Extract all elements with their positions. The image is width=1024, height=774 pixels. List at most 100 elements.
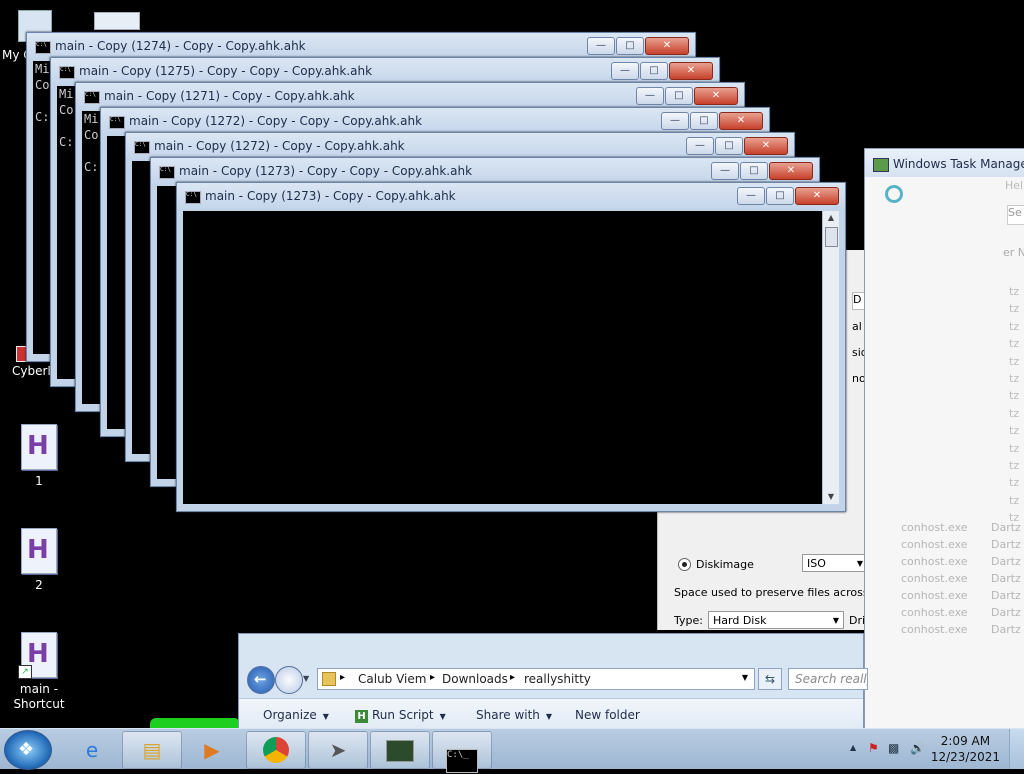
console-title: main - Copy (1275) - Copy - Copy - Copy.… — [79, 64, 373, 78]
scroll-down-icon[interactable]: ▼ — [823, 490, 839, 504]
action-center-icon[interactable]: ⚑ — [868, 741, 879, 755]
close-button[interactable]: ✕ — [669, 62, 713, 80]
menu-fragment[interactable]: Hel — [1005, 179, 1023, 192]
process-row[interactable]: conhost.exe Dartz — [901, 589, 1024, 602]
refresh-button[interactable]: ⇆ — [758, 668, 782, 690]
format-select-value: ISO — [807, 557, 826, 570]
process-user: Dartz — [991, 589, 1021, 602]
maximize-button[interactable]: □ — [715, 137, 743, 155]
process-row[interactable]: conhost.exe Dartz — [901, 572, 1024, 585]
show-hidden-icons-button[interactable]: ▲ — [850, 743, 856, 752]
share-with-button[interactable]: Share with ▼ — [476, 708, 552, 722]
process-row[interactable]: conhost.exe Dartz — [901, 538, 1024, 551]
minimize-button[interactable]: — — [737, 187, 765, 205]
process-row[interactable]: conhost.exe Dartz — [901, 555, 1024, 568]
task-manager-window[interactable]: Windows Task Manager Hel Se er N tz tz tz t… — [864, 148, 1024, 730]
address-dropdown-icon[interactable]: ▼ — [742, 673, 748, 682]
maximize-button[interactable]: □ — [665, 87, 693, 105]
console-titlebar[interactable]: C:\ main - Copy (1272) - Copy - Copy.ahk.… — [126, 133, 794, 159]
task-manager-taskbar-button[interactable] — [370, 731, 430, 769]
close-button[interactable]: ✕ — [744, 137, 788, 155]
breadcrumb-item[interactable]: reallyshitty — [524, 672, 591, 686]
rocket-app-taskbar-button[interactable]: ➤ — [308, 731, 368, 769]
console-titlebar[interactable]: C:\ main - Copy (1273) - Copy - Copy.ahk.… — [177, 183, 845, 209]
diskimage-label: Diskimage — [696, 558, 754, 571]
console-output[interactable] — [183, 211, 823, 504]
breadcrumb-item[interactable]: Downloads — [442, 672, 508, 686]
maximize-button[interactable]: □ — [740, 162, 768, 180]
new-folder-button[interactable]: New folder — [575, 708, 640, 722]
volume-icon[interactable]: 🔊 — [910, 741, 925, 755]
minimize-button[interactable]: — — [711, 162, 739, 180]
recent-pages-dropdown-icon[interactable]: ▼ — [303, 674, 309, 683]
minimize-button[interactable]: — — [686, 137, 714, 155]
maximize-button[interactable]: □ — [616, 37, 644, 55]
console-app-icon: C:\ — [159, 166, 175, 179]
forward-button[interactable] — [275, 666, 303, 694]
diskimage-radio[interactable] — [678, 558, 691, 571]
user-fragment: tz — [1009, 354, 1020, 368]
task-manager-titlebar[interactable]: Windows Task Manager — [865, 149, 1024, 177]
desktop-icon-main-shortcut[interactable]: H ↗ main - Shortcut — [4, 632, 74, 712]
process-row[interactable]: conhost.exe Dartz — [901, 521, 1024, 534]
taskbar: ❖ e ▤ ▶ ➤ C:\_ ▲ ⚑ ▩ 🔊 2:09 AM 12/23/202… — [0, 728, 1024, 773]
desktop-icon-label: 1 — [35, 474, 43, 488]
start-button[interactable]: ❖ — [4, 730, 52, 770]
console-window[interactable]: C:\ main - Copy (1273) - Copy - Copy.ahk.… — [176, 182, 846, 512]
scroll-thumb[interactable] — [825, 227, 838, 247]
console-titlebar[interactable]: C:\ main - Copy (1273) - Copy - Copy - Co… — [151, 158, 819, 184]
clock[interactable]: 2:09 AM 12/23/2021 — [931, 733, 1000, 765]
type-select-value: Hard Disk — [713, 614, 767, 627]
folder-icon — [322, 672, 336, 686]
breadcrumb-item[interactable]: Calub Viem — [358, 672, 426, 686]
process-row[interactable]: conhost.exe Dartz — [901, 623, 1024, 636]
minimize-button[interactable]: — — [587, 37, 615, 55]
show-desktop-button[interactable] — [1009, 729, 1024, 769]
close-button[interactable]: ✕ — [645, 37, 689, 55]
tab-fragment[interactable]: Se — [1007, 205, 1024, 225]
media-player-taskbar-button[interactable]: ▶ — [182, 731, 242, 769]
close-button[interactable]: ✕ — [795, 187, 839, 205]
recycle-bin-icon[interactable] — [94, 12, 140, 30]
organize-label: Organize — [263, 708, 317, 722]
console-titlebar[interactable]: C:\ main - Copy (1271) - Copy - Copy.ahk.… — [76, 83, 744, 109]
vertical-scrollbar[interactable]: ▲▼ — [822, 211, 839, 504]
network-icon[interactable]: ▩ — [888, 741, 899, 755]
user-fragment: tz — [1009, 424, 1020, 438]
chevron-down-icon: ▼ — [832, 616, 839, 625]
organize-button[interactable]: Organize ▼ — [263, 708, 329, 722]
desktop-icon-ahk-1[interactable]: H 1 — [4, 424, 74, 489]
console-titlebar[interactable]: C:\ main - Copy (1272) - Copy - Copy - Co… — [101, 108, 769, 134]
minimize-button[interactable]: — — [611, 62, 639, 80]
maximize-button[interactable]: □ — [640, 62, 668, 80]
minimize-button[interactable]: — — [661, 112, 689, 130]
task-manager-icon — [386, 740, 414, 762]
console-titlebar[interactable]: C:\ main - Copy (1275) - Copy - Copy - Co… — [51, 58, 719, 84]
user-name-column-header[interactable]: er N — [1003, 246, 1024, 259]
process-row[interactable]: conhost.exe Dartz — [901, 606, 1024, 619]
console-app-icon: C:\ — [109, 116, 125, 129]
chrome-taskbar-button[interactable] — [246, 731, 306, 769]
console-title: main - Copy (1272) - Copy - Copy - Copy.… — [129, 114, 423, 128]
ahk-script-icon: H — [355, 710, 368, 723]
command-prompt-taskbar-button[interactable]: C:\_ — [432, 731, 492, 773]
search-input[interactable]: Search really — [788, 668, 868, 690]
back-button[interactable] — [247, 666, 275, 694]
close-button[interactable]: ✕ — [769, 162, 813, 180]
internet-explorer-taskbar-button[interactable]: e — [62, 731, 122, 769]
type-select[interactable]: Hard Disk ▼ — [708, 611, 844, 629]
console-titlebar[interactable]: C:\ main - Copy (1274) - Copy - Copy.ahk.… — [27, 33, 695, 59]
file-explorer-taskbar-button[interactable]: ▤ — [122, 731, 182, 769]
maximize-button[interactable]: □ — [766, 187, 794, 205]
maximize-button[interactable]: □ — [690, 112, 718, 130]
minimize-button[interactable]: — — [636, 87, 664, 105]
process-name: conhost.exe — [901, 606, 968, 619]
close-button[interactable]: ✕ — [694, 87, 738, 105]
format-select[interactable]: ISO ▼ — [802, 554, 868, 572]
run-script-button[interactable]: H Run Script ▼ — [355, 708, 446, 723]
address-bar[interactable]: ▸ Calub Viem ▸ Downloads ▸ reallyshitty … — [317, 668, 755, 690]
scroll-up-icon[interactable]: ▲ — [823, 211, 839, 225]
close-button[interactable]: ✕ — [719, 112, 763, 130]
explorer-window[interactable]: ▼ ▸ Calub Viem ▸ Downloads ▸ reallyshitt… — [238, 633, 868, 733]
desktop-icon-ahk-2[interactable]: H 2 — [4, 528, 74, 593]
